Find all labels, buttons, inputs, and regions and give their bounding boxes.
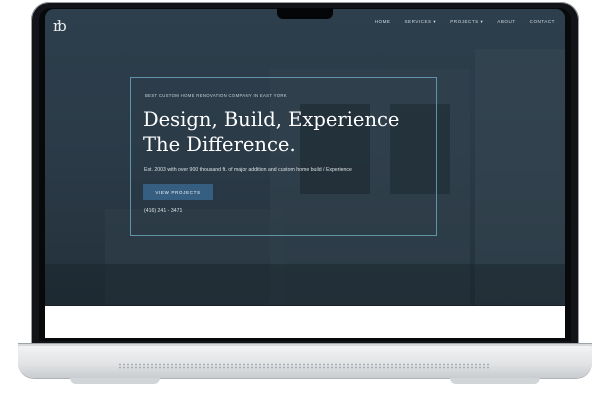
- laptop-base: [18, 346, 592, 378]
- hero-headline: Design, Build, Experience The Difference…: [143, 107, 399, 157]
- website-screen: rb HOME SERVICES ▾ PROJECTS ▾ ABOUT CONT…: [45, 9, 565, 338]
- nav-about[interactable]: ABOUT: [497, 19, 515, 25]
- site-logo[interactable]: rb: [53, 15, 75, 37]
- main-nav: HOME SERVICES ▾ PROJECTS ▾ ABOUT CONTACT: [375, 19, 555, 25]
- view-projects-button[interactable]: VIEW PROJECTS: [143, 184, 213, 200]
- hero-kicker: BEST CUSTOM HOME RENOVATION COMPANY IN E…: [145, 93, 287, 98]
- nav-contact[interactable]: CONTACT: [530, 19, 555, 25]
- content-section: [45, 306, 565, 338]
- laptop-foot: [450, 378, 540, 384]
- camera-notch: [277, 8, 333, 19]
- laptop-foot: [70, 378, 160, 384]
- headline-line-2: The Difference.: [143, 133, 296, 156]
- nav-home[interactable]: HOME: [375, 19, 391, 25]
- phone-number[interactable]: (416) 241 - 3471: [144, 208, 182, 214]
- hero-description: Est. 2003 with over 900 thousand ft. of …: [144, 167, 352, 173]
- headline-line-1: Design, Build, Experience: [143, 108, 400, 131]
- speaker-grille: [118, 363, 490, 369]
- nav-services[interactable]: SERVICES ▾: [404, 19, 436, 25]
- nav-projects[interactable]: PROJECTS ▾: [450, 19, 483, 25]
